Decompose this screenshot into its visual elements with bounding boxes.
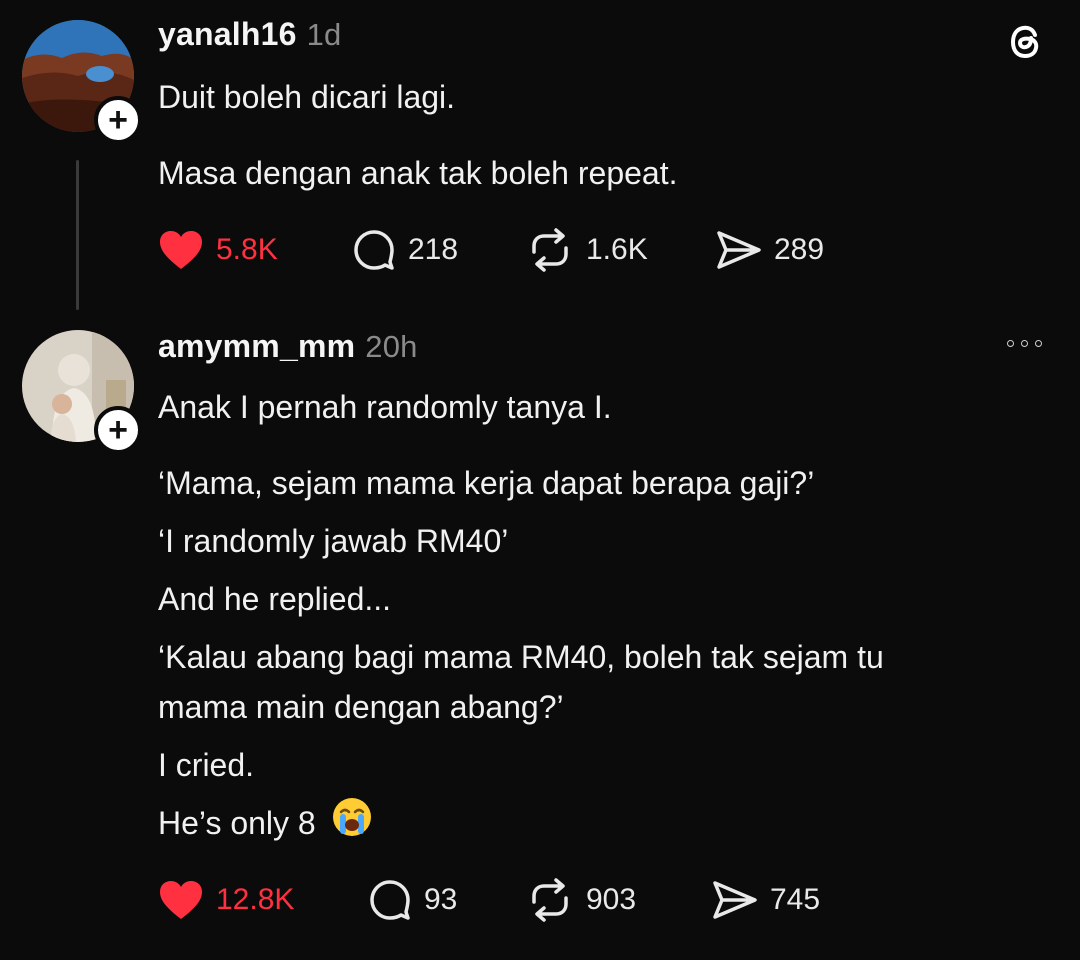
share-count: 289 (774, 233, 825, 266)
follow-button[interactable]: + (94, 96, 142, 144)
send-icon (717, 231, 761, 269)
username[interactable]: amymm_mm 20h (158, 328, 418, 365)
heart-icon (160, 881, 202, 919)
post-text: Duit boleh dicari lagi. Masa dengan anak… (158, 68, 1058, 202)
username[interactable]: yanalh16 1d (158, 16, 341, 53)
post-line: Masa dengan anak tak boleh repeat. (158, 155, 678, 191)
more-options-icon[interactable] (1007, 340, 1042, 347)
share-button[interactable]: 289 (716, 228, 824, 272)
follow-button[interactable]: + (94, 406, 142, 454)
post-text: Anak I pernah randomly tanya I. ‘Mama, s… (158, 378, 1058, 856)
comment-icon (354, 230, 394, 270)
repost-icon (532, 878, 568, 922)
timestamp: 20h (365, 329, 418, 364)
like-count: 12.8K (216, 883, 295, 916)
share-button[interactable]: 745 (712, 878, 820, 922)
action-bar: 5.8K 218 1.6K 289 (158, 228, 858, 272)
repost-button[interactable]: 1.6K (526, 228, 648, 272)
comment-icon (370, 880, 410, 920)
post-line: ‘I randomly jawab RM40’ (158, 523, 509, 559)
repost-button[interactable]: 903 (526, 878, 636, 922)
like-button[interactable]: 5.8K (158, 228, 278, 272)
post-line: ‘Mama, sejam mama kerja dapat berapa gaj… (158, 465, 815, 501)
reply-button[interactable]: 93 (368, 878, 457, 922)
thread-connector (76, 160, 79, 310)
crying-face-emoji-icon (331, 796, 373, 856)
reply-count: 218 (408, 233, 459, 266)
heart-icon (160, 231, 202, 269)
like-count: 5.8K (216, 233, 278, 266)
timestamp: 1d (306, 17, 342, 52)
post-line: mama main dengan abang?’ (158, 689, 564, 725)
share-count: 745 (770, 883, 821, 916)
post-line: He’s only 8 (158, 805, 316, 841)
reply-button[interactable]: 218 (352, 228, 458, 272)
post-line: Duit boleh dicari lagi. (158, 79, 456, 115)
post-line: I cried. (158, 747, 255, 783)
post-line-with-emoji: He’s only 8 (158, 794, 1058, 856)
repost-icon (532, 228, 568, 272)
repost-count: 1.6K (586, 233, 648, 266)
post-line: And he replied... (158, 581, 392, 617)
repost-count: 903 (586, 883, 637, 916)
post-line: Anak I pernah randomly tanya I. (158, 389, 612, 425)
threads-logo-icon[interactable] (1002, 18, 1050, 71)
reply-count: 93 (424, 883, 458, 916)
send-icon (713, 881, 757, 919)
like-button[interactable]: 12.8K (158, 878, 294, 922)
action-bar: 12.8K 93 903 745 (158, 878, 858, 922)
